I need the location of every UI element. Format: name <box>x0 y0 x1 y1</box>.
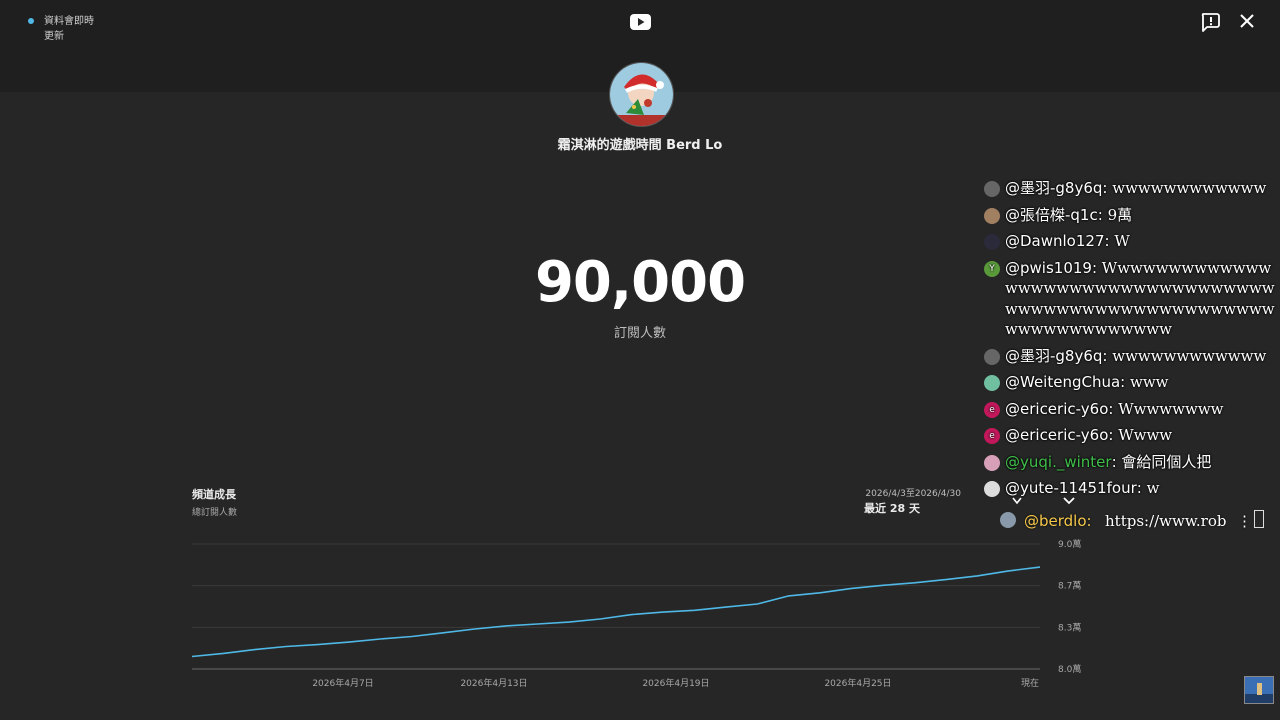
date-range: 2026/4/3至2026/4/30 <box>865 489 961 499</box>
subscriber-count-label: 訂閱人數 <box>613 326 666 341</box>
chat-author[interactable]: @ericeric-y6o <box>1005 400 1108 418</box>
youtube-logo-icon <box>630 14 651 30</box>
chat-text: 9萬 <box>1107 205 1133 224</box>
channel-name: 霜淇淋的遊戲時間 Berd Lo <box>557 138 723 153</box>
chat-message: @yute-11451four: w <box>984 478 1276 499</box>
chat-message: @yuqi._winter: 會給同個人把 <box>984 452 1276 473</box>
x-tick-label: 2026年4月7日 <box>312 677 373 689</box>
chat-text: w <box>1146 479 1160 497</box>
pinned-author: @berdlo: <box>1024 512 1092 530</box>
chat-avatar[interactable] <box>984 375 1000 391</box>
chat-message: e @ericeric-y6o: Wwww <box>984 425 1276 446</box>
pinned-chat-message[interactable]: @berdlo: https://www.rob... ⋮ <box>1000 510 1270 534</box>
chart-subtitle: 總訂閱人數 <box>192 508 238 518</box>
pinned-box-indicator <box>1254 510 1264 528</box>
y-tick-label: 8.0萬 <box>1058 663 1081 675</box>
chat-separator: : <box>1108 399 1119 418</box>
chevron-down-icon <box>1012 497 1022 505</box>
status-text-line2: 更新 <box>44 31 64 42</box>
chat-separator: : <box>1102 346 1113 365</box>
chat-avatar[interactable]: e <box>984 428 1000 444</box>
subscriber-count: 90,000 <box>534 250 746 315</box>
chat-author[interactable]: @yuqi._winter <box>1005 453 1112 471</box>
chat-separator: : <box>1120 373 1130 391</box>
date-range-label: 最近 28 天 <box>864 502 920 515</box>
live-dot-icon <box>28 18 34 24</box>
x-tick-label: 2026年4月13日 <box>460 677 527 689</box>
series-line <box>191 566 1041 658</box>
y-tick-label: 9.0萬 <box>1058 538 1081 550</box>
feedback-icon[interactable] <box>1200 12 1220 32</box>
x-tick-label: 2026年4月25日 <box>824 677 891 689</box>
status-text-line1: 資料會即時 <box>44 16 94 27</box>
chat-message: Y @pwis1019: Wwwwwwwwwwwwwwwwwwwwwwwwwwww… <box>984 258 1276 340</box>
pinned-text: https://www.rob... <box>1105 512 1227 530</box>
chat-author[interactable]: @墨羽-g8y6q <box>1005 179 1102 197</box>
chat-message: @墨羽-g8y6q: wwwwwwwwwwww <box>984 346 1276 367</box>
more-vert-icon[interactable]: ⋮ <box>1237 512 1252 530</box>
chat-author[interactable]: @Dawnlo127 <box>1005 232 1105 250</box>
chat-message: e @ericeric-y6o: Wwwwwwww <box>984 399 1276 420</box>
chat-separator: : <box>1108 426 1119 444</box>
close-icon[interactable] <box>1238 12 1256 30</box>
chat-message: @WeitengChua: www <box>984 372 1276 393</box>
corner-thumbnail[interactable] <box>1244 676 1274 704</box>
scroll-down-chevron-icon[interactable] <box>1062 496 1076 506</box>
chat-message: @Dawnlo127: W <box>984 231 1276 252</box>
chat-separator: : <box>1104 232 1115 250</box>
chat-text: www <box>1130 373 1169 391</box>
chat-avatar[interactable] <box>984 348 1000 365</box>
chat-text: 會給同個人把 <box>1121 452 1212 471</box>
chat-overlay: @墨羽-g8y6q: wwwwwwwwwwww @張倍榤-q1c: 9萬 @Dawn… <box>984 178 1276 505</box>
chat-text: W <box>1114 232 1130 250</box>
chat-avatar[interactable] <box>984 234 1000 250</box>
pinned-author-avatar <box>1000 512 1016 528</box>
santa-avatar-icon <box>610 63 673 126</box>
y-tick-label: 8.3萬 <box>1058 621 1081 633</box>
chat-author[interactable]: @WeitengChua <box>1005 373 1120 391</box>
chat-avatar[interactable] <box>984 181 1000 197</box>
chat-author[interactable]: @yute-11451four <box>1005 479 1137 497</box>
chat-author[interactable]: @墨羽-g8y6q <box>1005 347 1102 365</box>
chat-avatar[interactable]: e <box>984 401 1000 418</box>
channel-avatar <box>609 62 674 127</box>
x-tick-label: 2026年4月19日 <box>642 677 709 689</box>
chat-separator: : <box>1097 205 1108 224</box>
chat-avatar[interactable]: Y <box>984 260 1000 277</box>
chat-author[interactable]: @張倍榤-q1c <box>1005 206 1098 224</box>
chat-separator: : <box>1102 179 1113 197</box>
chat-text: wwwwwwwwwwww <box>1112 179 1267 197</box>
chat-text: wwwwwwwwwwww <box>1112 346 1267 365</box>
chat-author[interactable]: @ericeric-y6o <box>1005 426 1108 444</box>
x-tick-label: 現在 <box>1021 677 1039 689</box>
chat-avatar[interactable] <box>984 454 1000 471</box>
chat-separator: : <box>1136 479 1147 497</box>
chart-title: 頻道成長 <box>192 488 236 501</box>
game-thumbnail-icon <box>1245 677 1273 703</box>
chat-separator: : <box>1111 452 1122 471</box>
chat-avatar[interactable] <box>984 207 1000 224</box>
chat-text: Wwwwwwww <box>1118 399 1224 418</box>
chat-avatar[interactable] <box>984 481 1000 497</box>
chat-text: Wwww <box>1118 426 1173 444</box>
chat-message: @墨羽-g8y6q: wwwwwwwwwwww <box>984 178 1276 199</box>
chat-author[interactable]: @pwis1019 <box>1005 259 1092 277</box>
chat-separator: : <box>1091 258 1102 277</box>
y-tick-label: 8.7萬 <box>1058 580 1081 592</box>
chat-message: @張倍榤-q1c: 9萬 <box>984 205 1276 226</box>
